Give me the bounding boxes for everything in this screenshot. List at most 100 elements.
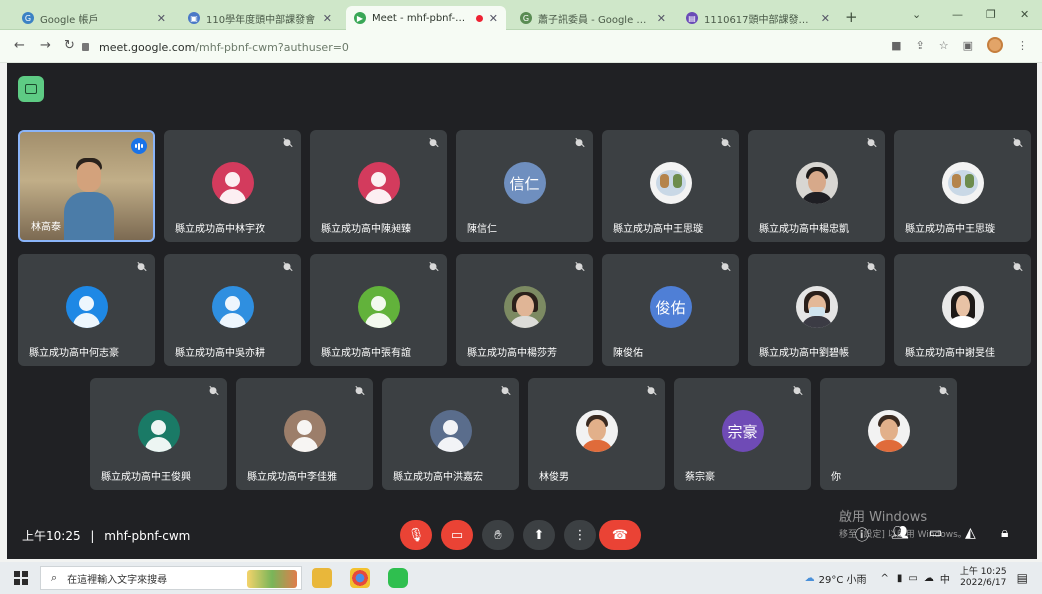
participant-tile[interactable]: ● 縣立成功高中楊莎芳 [456,254,593,366]
browser-tab[interactable]: ▤ 1110617頭中部課發會會議記錄 ✕ [678,6,838,30]
participant-tile[interactable]: ● 縣立成功高中陳昶臻 [310,130,447,242]
participant-tile[interactable]: ● 俊佑 陳俊佑 [602,254,739,366]
menu-icon[interactable]: ⋮ [1017,39,1028,52]
file-explorer-icon[interactable] [312,568,332,588]
browser-tab[interactable]: ▣ 110學年度頭中部課發會 ✕ [180,6,340,30]
mic-muted-icon: ● [501,386,509,396]
microphone-tray-icon[interactable]: ▮ [897,573,903,584]
participant-tile[interactable]: ● 縣立成功高中何志豪 [18,254,155,366]
chat-icon[interactable]: ▭ [929,525,942,541]
more-options-button[interactable]: ⋮ [564,520,596,550]
participant-tile[interactable]: ● 宗豪 蔡宗豪 [674,378,811,490]
meet-stage: 林高泰 ● 縣立成功高中林宇孜 ● 縣立成功高中陳昶臻 ● 信仁 陳信仁 ● 縣… [7,63,1037,559]
taskbar-search-input[interactable]: ⌕ 在這裡輸入文字來搜尋 [40,566,302,590]
participant-name: 縣立成功高中吳亦耕 [175,348,265,359]
browser-tab[interactable]: G 蕭子訊委員 - Google 搜尋 ✕ [512,6,674,30]
participant-name: 縣立成功高中王思璇 [905,224,995,235]
participant-tile[interactable]: ● 林俊男 [528,378,665,490]
side-panel-icon[interactable]: ▣ [963,39,973,52]
participant-tile[interactable]: ● 縣立成功高中張有誼 [310,254,447,366]
mic-muted-icon: ● [939,386,947,396]
avatar-initials: 信仁 [509,174,540,193]
clock-time: 上午 10:25 [959,567,1007,577]
participant-tile[interactable]: ● 縣立成功高中王思璇 [894,130,1031,242]
browser-tab-strip: G Google 帳戶 ✕ ▣ 110學年度頭中部課發會 ✕ ▶ Meet - … [0,0,1042,30]
ime-indicator[interactable]: 中 [940,571,950,586]
close-window-icon[interactable]: ✕ [1020,8,1029,21]
avatar [941,162,984,204]
mic-muted-icon: ● [721,138,729,148]
mic-muted-icon: ● [137,262,145,272]
chrome-icon[interactable] [350,568,370,588]
taskbar-clock[interactable]: 上午 10:25 2022/6/17 [960,567,1007,589]
notifications-icon[interactable]: ▤ [1017,571,1028,585]
avatar-initials: 俊佑 [655,298,686,317]
participant-tile[interactable]: ● 縣立成功高中王俊興 [90,378,227,490]
close-tab-icon[interactable]: ✕ [657,12,666,25]
participant-tile[interactable]: ● 縣立成功高中劉碧帳 [748,254,885,366]
show-hidden-icons-icon[interactable]: ^ [880,573,888,584]
tab-title: 110學年度頭中部課發會 [206,14,316,26]
participant-tile[interactable]: ● 縣立成功高中吳亦耕 [164,254,301,366]
participant-name: 林俊男 [539,472,569,483]
meeting-details-icon[interactable]: ⓘ [855,525,869,545]
avatar [941,286,984,328]
windows-start-icon[interactable] [14,571,28,585]
star-icon[interactable]: ☆ [939,39,949,52]
onedrive-icon[interactable]: ☁ [924,573,934,584]
line-app-icon[interactable] [388,568,408,588]
activities-icon[interactable]: ◭ [965,525,976,541]
present-button[interactable]: ⬆ [523,520,555,550]
leave-call-button[interactable]: ☎︎ [599,520,641,550]
browser-tab-active[interactable]: ▶ Meet - mhf-pbnf-cwm ✕ [346,6,506,30]
speaking-indicator-icon [131,138,147,154]
url-host: meet.google.com [99,40,196,54]
lock-icon [82,43,89,51]
raise-hand-button[interactable]: ✋︎ [482,520,514,550]
participant-tile[interactable]: ● 縣立成功高中林宇孜 [164,130,301,242]
close-tab-icon[interactable]: ✕ [821,12,830,25]
participant-name: 林高泰 [31,222,61,233]
avatar [65,286,108,328]
people-icon[interactable]: 👥︎ [891,525,909,541]
avatar-initials: 宗豪 [727,422,758,441]
avatar: 俊佑 [649,286,692,328]
participant-tile[interactable]: ● 縣立成功高中李佳雅 [236,378,373,490]
participant-tile[interactable]: ● 縣立成功高中楊忠凱 [748,130,885,242]
participant-tile[interactable]: 林高泰 [18,130,155,242]
mic-toggle-button[interactable]: 🎙︎ [400,520,432,550]
mic-muted-icon: ● [429,138,437,148]
battery-icon[interactable]: ▭ [908,573,917,584]
camera-permission-icon[interactable]: ■ [891,39,901,52]
participant-tile[interactable]: ● 縣立成功高中謝旻佳 [894,254,1031,366]
url-field[interactable]: meet.google.com /mhf-pbnf-cwm?authuser=0 [82,36,882,58]
participant-name: 縣立成功高中李佳雅 [247,472,337,483]
recording-indicator-icon [475,14,483,22]
camera-toggle-button[interactable]: ▭ [441,520,473,550]
participant-tile[interactable]: ● 信仁 陳信仁 [456,130,593,242]
back-icon[interactable]: ← [14,38,25,53]
participant-tile[interactable]: ● 你 [820,378,957,490]
search-highlight-image [247,570,297,588]
profile-avatar[interactable] [987,37,1003,53]
browser-tab[interactable]: G Google 帳戶 ✕ [14,6,174,30]
close-tab-icon[interactable]: ✕ [323,12,332,25]
search-icon: ⌕ [51,571,58,584]
minimize-icon[interactable]: — [952,8,963,21]
meeting-details-button[interactable] [18,76,44,102]
forward-icon[interactable]: → [40,38,51,53]
host-controls-icon[interactable]: 🔒︎ [1001,525,1008,541]
tab-search-icon[interactable]: ⌄ [912,8,921,21]
participant-name: 縣立成功高中陳昶臻 [321,224,411,235]
reload-icon[interactable]: ↻ [64,38,75,53]
maximize-icon[interactable]: ❐ [986,8,996,21]
mic-muted-icon: ● [867,138,875,148]
windows-taskbar: ⌕ 在這裡輸入文字來搜尋 ☁ 29°C 小雨 ^ ▮ ▭ ☁ 中 上午 10:2… [0,562,1042,594]
participant-tile[interactable]: ● 縣立成功高中洪嘉宏 [382,378,519,490]
mic-muted-icon: ● [283,138,291,148]
close-tab-icon[interactable]: ✕ [489,12,498,25]
participant-tile[interactable]: ● 縣立成功高中王思璇 [602,130,739,242]
new-tab-icon[interactable]: + [845,8,858,26]
share-icon[interactable]: ⇪ [916,39,925,52]
close-tab-icon[interactable]: ✕ [157,12,166,25]
